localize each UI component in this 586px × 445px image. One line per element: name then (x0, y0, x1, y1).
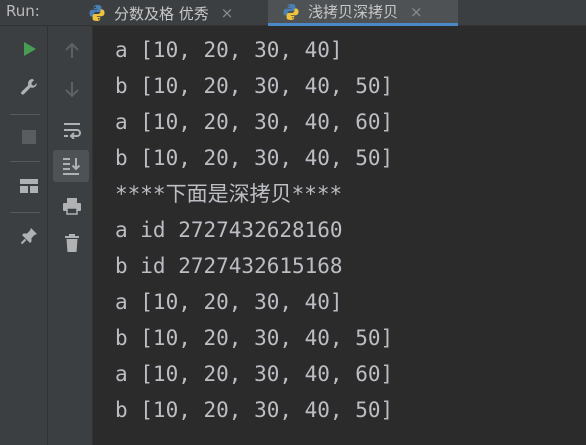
restore-layout-button[interactable] (14, 171, 44, 201)
console-line: a id 2727432628160 (115, 218, 343, 242)
scroll-to-end-icon (63, 158, 81, 175)
trash-icon (65, 234, 79, 252)
rerun-icon (24, 42, 36, 56)
layout-icon (20, 179, 38, 193)
stop-icon (22, 130, 36, 144)
pin-icon (20, 228, 37, 245)
run-tab-bar: Run: 分数及格 优秀 × 浅拷贝深拷贝 × (0, 0, 586, 26)
console-line: a [10, 20, 30, 40, 60] (115, 362, 394, 386)
console-line: a [10, 20, 30, 40, 60] (115, 110, 394, 134)
tab-qiankaobei-shenkaobei[interactable]: 浅拷贝深拷贝 × (268, 0, 458, 26)
console-line: b [10, 20, 30, 40, 50] (115, 74, 394, 98)
run-toolbar-secondary (48, 26, 93, 445)
modify-run-config-button[interactable] (14, 72, 44, 102)
toolbar-separator (10, 212, 40, 213)
pin-tab-button[interactable] (14, 221, 44, 251)
clear-all-button[interactable] (57, 228, 87, 258)
python-icon (283, 3, 299, 20)
wrench-icon (21, 79, 37, 95)
soft-wrap-button[interactable] (57, 115, 87, 145)
toolbar-separator (10, 161, 40, 162)
console-line: a [10, 20, 30, 40] (115, 38, 343, 62)
soft-wrap-icon (64, 123, 81, 139)
tab-label: 分数及格 优秀 (114, 4, 209, 23)
rerun-button[interactable] (14, 34, 44, 64)
run-panel-label: Run: (6, 2, 40, 20)
print-icon (63, 198, 81, 215)
close-icon[interactable]: × (410, 3, 423, 21)
console-line: ****下面是深拷贝**** (115, 182, 343, 206)
tab-fenshu-jige-youxiu[interactable]: 分数及格 优秀 × (82, 0, 268, 26)
console-line: b [10, 20, 30, 40, 50] (115, 398, 394, 422)
arrow-down-icon (65, 82, 79, 98)
toolbar-separator (10, 114, 40, 115)
python-icon (89, 5, 105, 21)
stop-button[interactable] (14, 122, 44, 152)
print-button[interactable] (57, 191, 87, 221)
next-occurrence-button[interactable] (57, 74, 87, 104)
run-toolbar-primary (0, 26, 48, 445)
console-line: b [10, 20, 30, 40, 50] (115, 146, 394, 170)
console-line: b [10, 20, 30, 40, 50] (115, 326, 394, 350)
previous-occurrence-button[interactable] (57, 36, 87, 66)
close-icon[interactable]: × (221, 4, 234, 22)
console-output[interactable]: a [10, 20, 30, 40] b [10, 20, 30, 40, 50… (93, 26, 586, 445)
tab-label: 浅拷贝深拷贝 (308, 3, 399, 21)
arrow-up-icon (65, 42, 79, 58)
console-line: a [10, 20, 30, 40] (115, 290, 343, 314)
console-line: b id 2727432615168 (115, 254, 343, 278)
scroll-to-end-button[interactable] (53, 150, 89, 182)
